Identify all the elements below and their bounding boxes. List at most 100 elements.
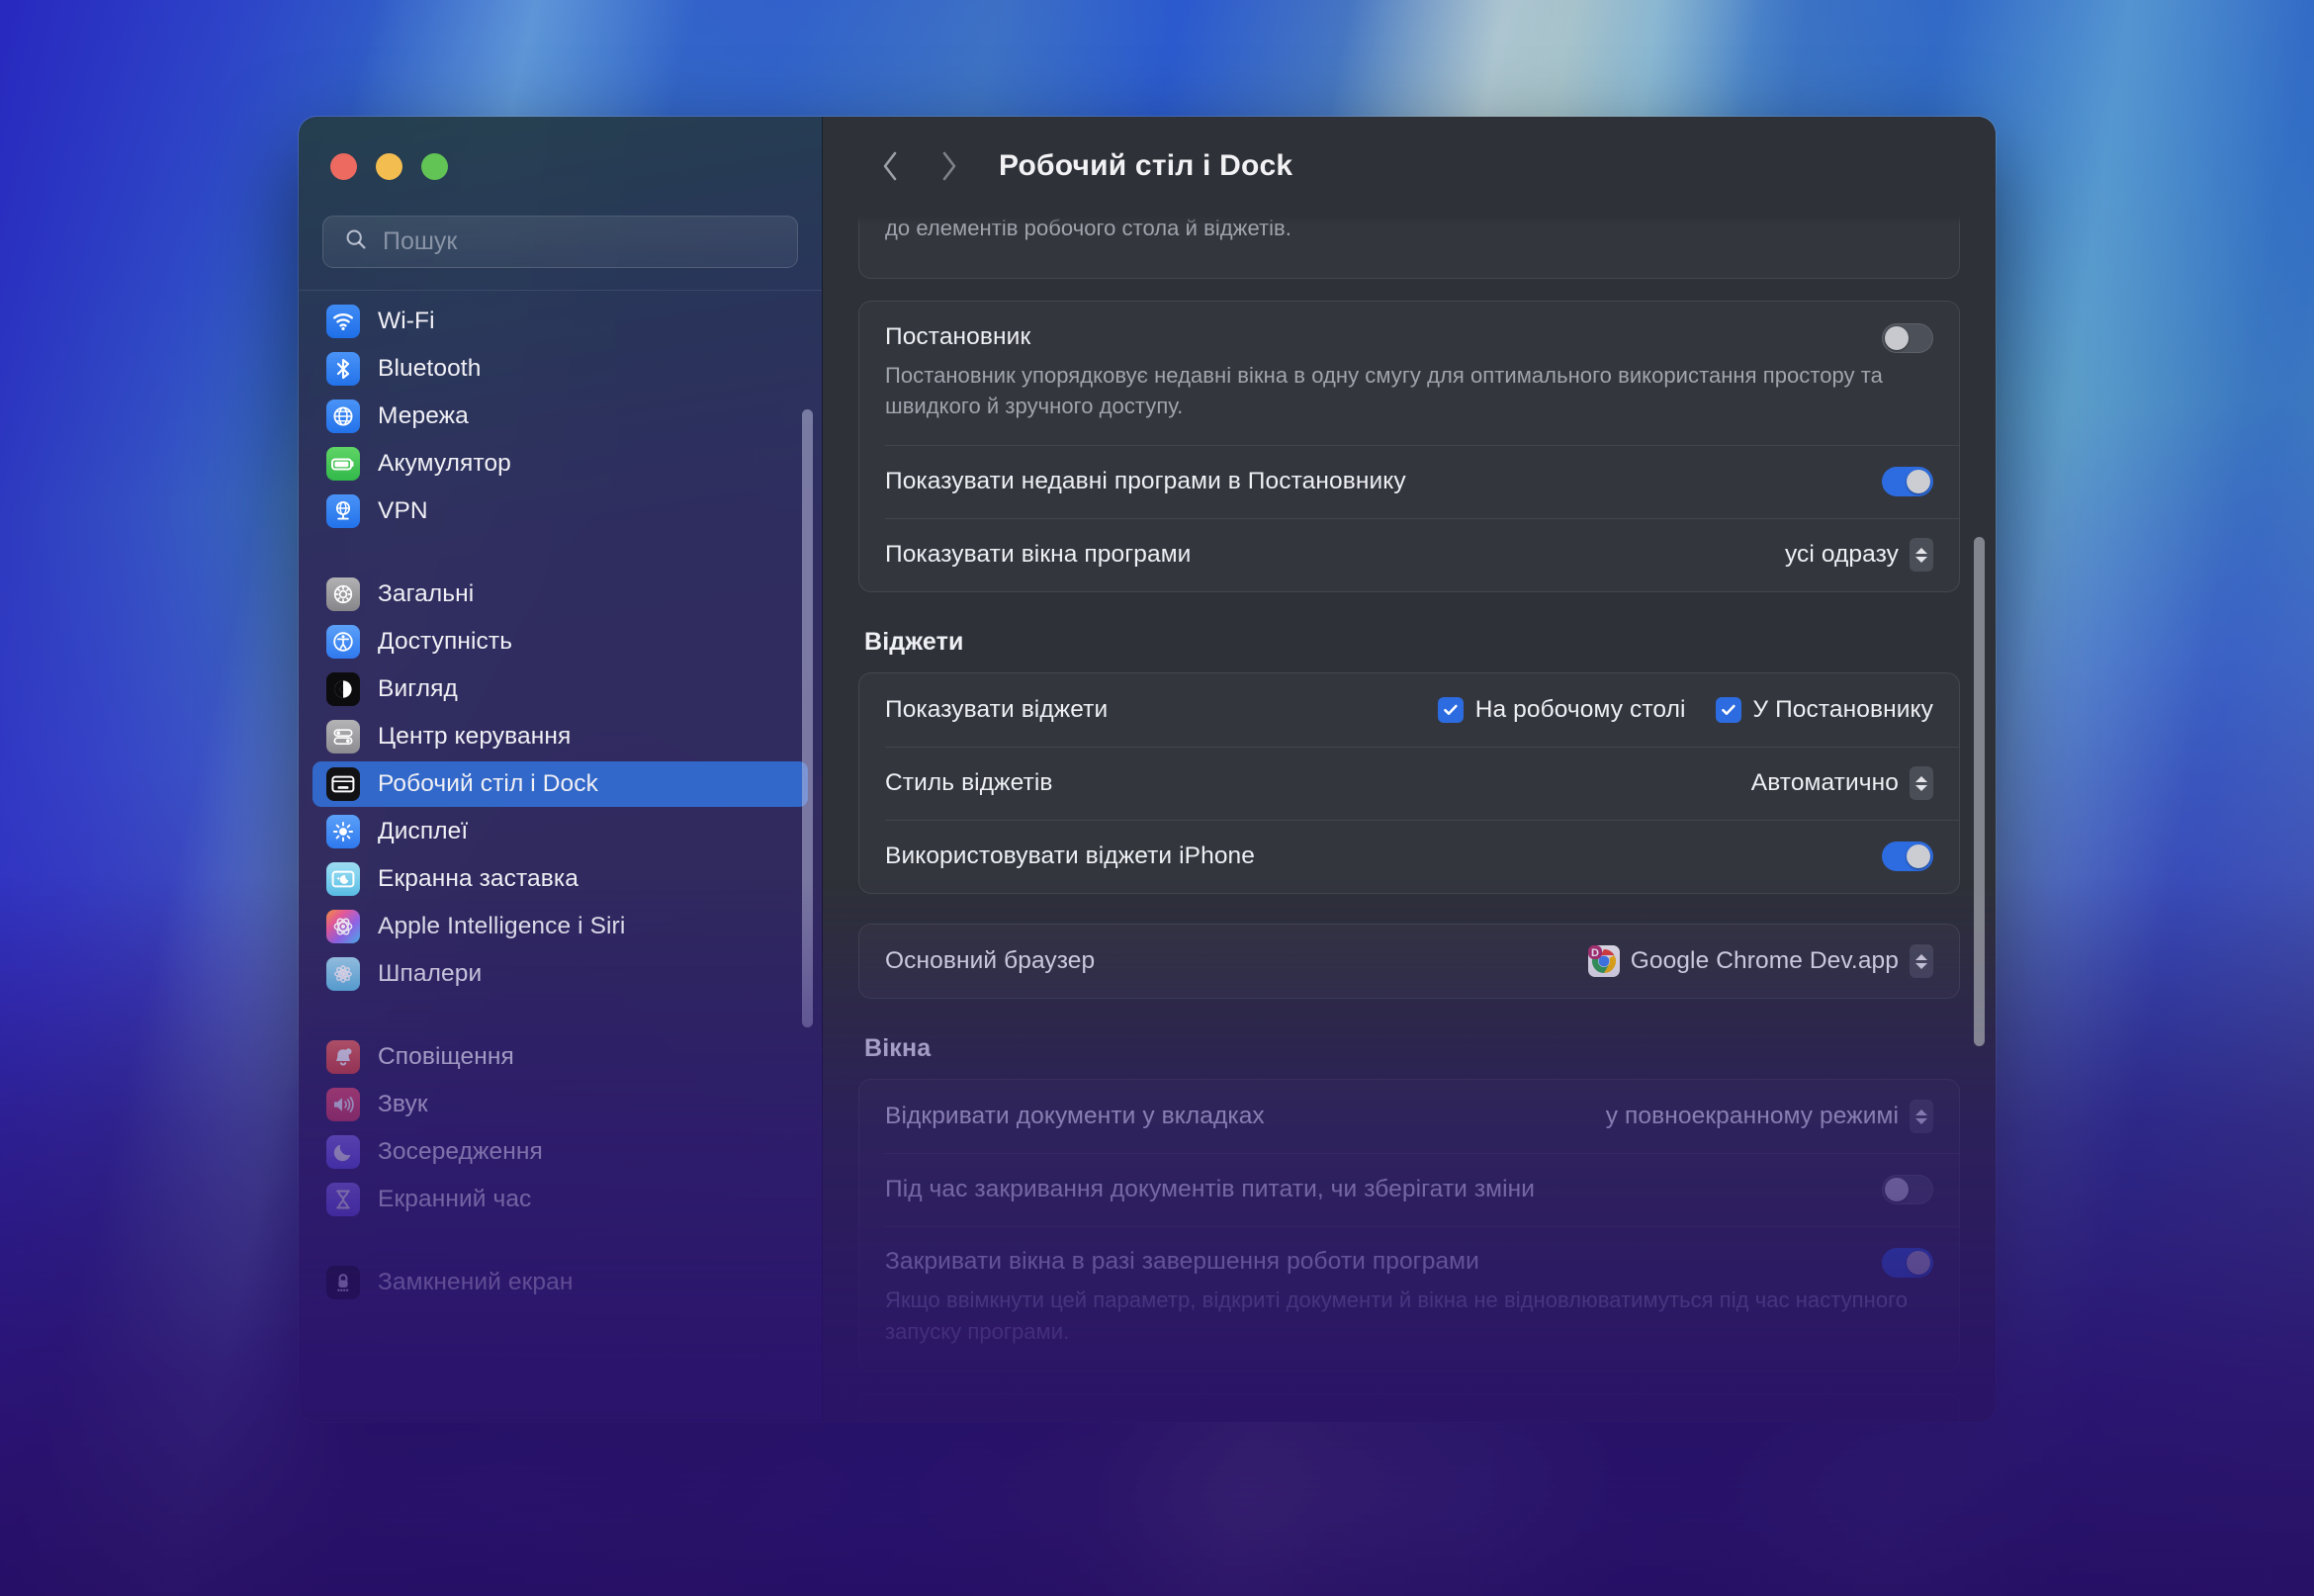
checkbox-on-desktop[interactable]: На робочому столі (1437, 696, 1686, 724)
sidebar-item-label: Екранний час (378, 1186, 532, 1212)
default-browser-popup[interactable]: D Google Chrome Dev.app (1587, 944, 1933, 979)
search-input[interactable] (383, 227, 797, 256)
accessibility-icon (326, 625, 360, 659)
close-windows-quit-toggle[interactable] (1882, 1248, 1933, 1279)
recent-apps-label: Показувати недавні програми в Постановни… (885, 468, 1406, 495)
sidebar-item-label: Вигляд (378, 675, 458, 702)
tile-windows-row: Закріплювати вікна перетягуванням до кра… (859, 1394, 1959, 1422)
checkmark-icon (1437, 697, 1464, 724)
chrome-dev-icon: D (1587, 945, 1620, 978)
svg-text:D: D (1591, 947, 1599, 959)
control-center-icon (326, 720, 360, 754)
sidebar-item-apple-intelligence-і-siri[interactable]: Apple Intelligence і Siri (312, 904, 808, 949)
sidebar-item-label: Центр керування (378, 723, 572, 750)
sidebar-item-label: Мережа (378, 402, 469, 429)
sidebar-group-separator (299, 999, 822, 1032)
chevron-right-icon (935, 149, 961, 183)
sidebar-item-акумулятор[interactable]: Акумулятор (312, 441, 808, 487)
ask-keep-changes-row: Під час закривання документів питати, чи… (859, 1153, 1959, 1226)
ask-keep-changes-toggle[interactable] (1882, 1175, 1933, 1205)
sidebar-item-label: Замкнений екран (378, 1269, 574, 1295)
show-windows-popup[interactable]: усі одразу (1784, 538, 1933, 573)
sidebar-item-центр-керування[interactable]: Центр керування (312, 714, 808, 759)
forward-button[interactable] (920, 137, 977, 195)
chevron-updown-icon (1910, 1100, 1933, 1134)
sidebar-group: Wi-Fi Bluetooth Мережа Акумулятор VPN (299, 299, 822, 534)
sidebar-item-звук[interactable]: Звук (312, 1082, 808, 1127)
sidebar-item-дисплеї[interactable]: Дисплеї (312, 809, 808, 854)
sidebar-item-робочий-стіл-і-dock[interactable]: Робочий стіл і Dock (312, 761, 808, 807)
zoom-button[interactable] (421, 152, 448, 180)
close-windows-quit-row: Закривати вікна в разі завершення роботи… (859, 1226, 1959, 1370)
back-button[interactable] (862, 137, 920, 195)
sidebar-item-сповіщення[interactable]: Сповіщення (312, 1034, 808, 1080)
sidebar-item-label: Зосередження (378, 1138, 543, 1165)
titlebar: Робочий стіл і Dock (823, 117, 1996, 216)
chevron-updown-icon (1910, 766, 1933, 801)
checkmark-icon (1715, 697, 1741, 724)
screen-time-icon (326, 1183, 360, 1216)
vpn-icon (326, 494, 360, 528)
sidebar-item-зосередження[interactable]: Зосередження (312, 1129, 808, 1175)
sidebar-item-загальні[interactable]: Загальні (312, 572, 808, 617)
system-settings-window: Wi-Fi Bluetooth Мережа Акумулятор VPN Загальн… (299, 117, 1996, 1422)
sidebar-item-label: Apple Intelligence і Siri (378, 913, 626, 939)
sidebar-item-мережа[interactable]: Мережа (312, 394, 808, 439)
close-button[interactable] (330, 152, 357, 180)
sidebar-item-vpn[interactable]: VPN (312, 488, 808, 534)
sidebar-item-екранна-заставка[interactable]: Екранна заставка (312, 856, 808, 902)
lock-screen-icon (326, 1266, 360, 1299)
sidebar-item-label: Акумулятор (378, 450, 511, 477)
main-scrollbar[interactable] (1974, 537, 1985, 1046)
show-windows-label: Показувати вікна програми (885, 541, 1192, 569)
checkbox-in-stage-manager[interactable]: У Постановнику (1715, 696, 1933, 724)
show-windows-value: усі одразу (1784, 541, 1899, 569)
chevron-updown-icon (1910, 538, 1933, 573)
stage-manager-toggle[interactable] (1882, 323, 1933, 353)
settings-scroll-area[interactable]: до елементів робочого стола й віджетів. … (823, 216, 1996, 1422)
sidebar-item-екранний-час[interactable]: Екранний час (312, 1177, 808, 1222)
recent-apps-toggle[interactable] (1882, 467, 1933, 497)
show-widgets-checkbox-group: На робочому столі У Постановнику (1437, 696, 1933, 724)
stage-manager-row: Постановник Постановник упорядковує неда… (859, 302, 1959, 445)
window-controls (299, 117, 822, 216)
recent-apps-row: Показувати недавні програми в Постановни… (859, 445, 1959, 518)
sidebar-item-вигляд[interactable]: Вигляд (312, 666, 808, 712)
screensaver-icon (326, 862, 360, 896)
sidebar-item-label: Екранна заставка (378, 865, 578, 892)
sidebar-scroll-area[interactable]: Wi-Fi Bluetooth Мережа Акумулятор VPN Загальн… (299, 290, 822, 1422)
sidebar-item-замкнений-екран[interactable]: Замкнений екран (312, 1260, 808, 1305)
tile-windows-card: Закріплювати вікна перетягуванням до кра… (858, 1392, 1960, 1422)
sidebar-item-bluetooth[interactable]: Bluetooth (312, 346, 808, 392)
wifi-icon (326, 305, 360, 338)
desktop-dock-icon (326, 767, 360, 801)
sidebar-item-label: Доступність (378, 628, 513, 655)
sidebar-group: Замкнений екран (299, 1260, 822, 1305)
sidebar-item-label: Дисплеї (378, 818, 469, 844)
displays-icon (326, 815, 360, 848)
stage-manager-description: Постановник упорядковує недавні вікна в … (885, 363, 1883, 419)
sidebar-scrollbar[interactable] (802, 409, 813, 1027)
sidebar-item-доступність[interactable]: Доступність (312, 619, 808, 665)
sound-icon (326, 1088, 360, 1121)
bluetooth-icon (326, 352, 360, 386)
notifications-icon (326, 1040, 360, 1074)
sidebar-item-шпалери[interactable]: Шпалери (312, 951, 808, 997)
open-docs-tabs-popup[interactable]: у повноекранному режимі (1606, 1100, 1933, 1134)
chevron-updown-icon (1910, 944, 1933, 979)
sidebar-group: Сповіщення Звук Зосередження Екранний час (299, 1034, 822, 1222)
sidebar-item-wi-fi[interactable]: Wi-Fi (312, 299, 808, 344)
minimize-button[interactable] (376, 152, 402, 180)
sidebar-item-label: Сповіщення (378, 1043, 514, 1070)
widget-style-popup[interactable]: Автоматично (1751, 766, 1933, 801)
globe-icon (326, 399, 360, 433)
sidebar-item-label: Шпалери (378, 960, 483, 987)
search-box[interactable] (322, 216, 798, 268)
checkbox-on-desktop-label: На робочому столі (1474, 696, 1686, 724)
search-container (299, 216, 822, 290)
desktop-wallpaper: Wi-Fi Bluetooth Мережа Акумулятор VPN Загальн… (0, 0, 2314, 1596)
widgets-section-title: Віджети (864, 628, 964, 657)
sidebar-group-separator (299, 1224, 822, 1258)
show-widgets-label: Показувати віджети (885, 696, 1109, 724)
iphone-widgets-toggle[interactable] (1882, 842, 1933, 872)
